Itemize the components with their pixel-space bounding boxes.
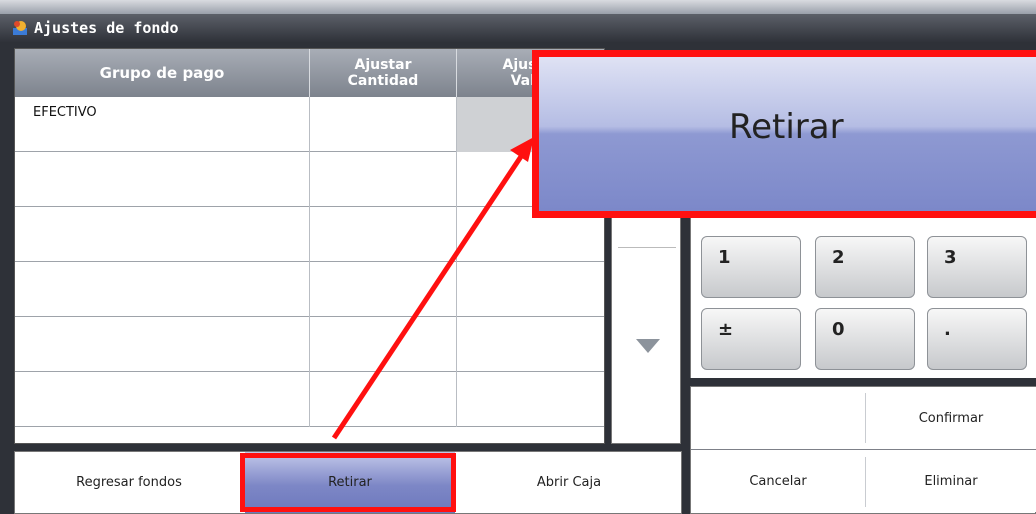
table-row[interactable] [15,317,604,372]
table-row[interactable] [15,207,604,262]
scroll-panel [611,190,681,444]
taskbar-strip [0,0,1036,14]
cell-cantidad[interactable] [310,152,457,207]
cell-cantidad[interactable] [310,207,457,262]
header-qty-line2: Cantidad [347,73,419,89]
cell-grupo [15,317,310,372]
cell-cantidad[interactable] [310,97,457,152]
divider [691,449,1036,450]
table-row[interactable] [15,262,604,317]
window-titlebar: Ajustes de fondo [0,14,1036,42]
cell-cantidad[interactable] [310,317,457,372]
zoom-callout: Retirar [532,50,1036,218]
divider [865,393,866,443]
payment-grid: Grupo de pago Ajustar Cantidad Ajustar Val… [14,48,605,444]
cell-grupo [15,207,310,262]
key-3[interactable]: 3 [927,236,1027,298]
cell-grupo: EFECTIVO [15,97,310,152]
money-icon [13,21,27,35]
window-title: Ajustes de fondo [34,19,179,37]
regresar-fondos-button[interactable]: Regresar fondos [15,452,243,513]
header-grupo-de-pago: Grupo de pago [15,49,310,97]
key-plus-minus[interactable]: ± [701,308,801,370]
table-row[interactable]: EFECTIVO [15,97,604,152]
divider [865,457,866,507]
confirmar-button[interactable]: Confirmar [866,387,1036,449]
zoom-callout-label: Retirar [729,107,844,147]
highlight-box [240,453,456,512]
cell-cantidad[interactable] [310,262,457,317]
header-qty-line1: Ajustar [354,57,412,73]
blank-button[interactable] [691,387,865,449]
grid-header: Grupo de pago Ajustar Cantidad Ajustar Val… [15,49,604,97]
key-decimal[interactable]: . [927,308,1027,370]
right-actions: Confirmar Cancelar Eliminar [690,386,1036,514]
cell-valor[interactable] [457,317,604,372]
cell-grupo [15,152,310,207]
chevron-down-icon[interactable] [636,339,660,353]
cell-cantidad[interactable] [310,372,457,427]
table-row[interactable] [15,152,604,207]
key-2[interactable]: 2 [815,236,915,298]
key-1[interactable]: 1 [701,236,801,298]
cell-valor[interactable] [457,262,604,317]
numeric-keypad: 1 2 3 ± 0 . [690,176,1036,378]
abrir-caja-button[interactable]: Abrir Caja [457,452,681,513]
cell-grupo [15,262,310,317]
header-ajustar-cantidad: Ajustar Cantidad [310,49,457,97]
key-0[interactable]: 0 [815,308,915,370]
cell-grupo [15,372,310,427]
cancelar-button[interactable]: Cancelar [691,450,865,512]
scroll-divider [618,247,676,248]
table-row[interactable] [15,372,604,427]
eliminar-button[interactable]: Eliminar [866,450,1036,512]
cell-valor[interactable] [457,372,604,427]
